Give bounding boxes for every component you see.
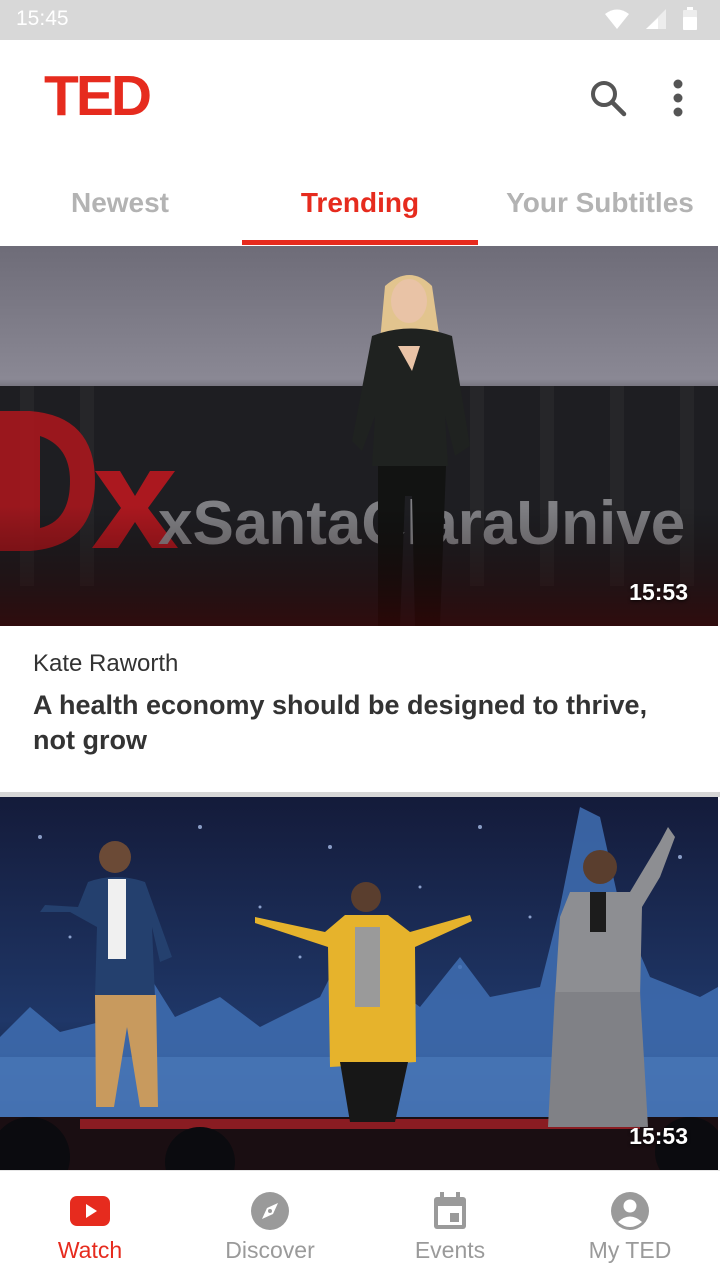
nav-events[interactable]: Events [360,1171,540,1281]
tab-newest[interactable]: Newest [0,160,240,246]
talk-title: A health economy should be designed to t… [33,690,648,755]
nav-discover[interactable]: Discover [180,1171,360,1281]
talk-thumbnail[interactable]: 15:53 [0,797,718,1170]
talk-duration: 15:53 [629,579,688,605]
bottom-navigation: Watch Discover Events My TED [0,1170,720,1281]
tab-trending[interactable]: Trending [240,160,480,246]
search-icon [591,81,627,117]
nav-label: Watch [57,1237,123,1263]
nav-watch[interactable]: Watch [0,1171,180,1281]
calendar-icon [434,1192,466,1229]
status-bar: 15:45 [0,0,720,40]
cellular-signal-icon [646,9,666,29]
more-vert-icon [673,79,683,117]
tab-label: Your Subtitles [506,187,694,218]
compass-icon [251,1192,289,1230]
app-header: TED [0,40,720,160]
talk-thumbnail-image: xSantaClaraUnive [0,246,718,626]
nav-label: Events [414,1237,486,1263]
search-button[interactable] [588,78,628,118]
talk-duration: 15:53 [629,1123,688,1149]
talk-thumbnail[interactable]: xSantaClaraUnive 15:53 [0,246,718,626]
nav-my-ted[interactable]: My TED [540,1171,720,1281]
talk-thumbnail-image [0,797,718,1170]
talk-card-info[interactable]: Kate Raworth A health economy should be … [0,626,720,792]
tab-label: Trending [300,187,420,218]
status-time: 15:45 [16,7,69,30]
nav-label: My TED [588,1237,672,1263]
tab-bar: Newest Trending Your Subtitles [0,160,720,246]
nav-label: Discover [225,1237,315,1263]
active-tab-indicator [242,240,478,245]
more-options-button[interactable] [664,78,692,118]
talk-speaker: Kate Raworth [33,650,179,677]
tab-your-subtitles[interactable]: Your Subtitles [480,160,720,246]
battery-icon [683,7,697,30]
youtube-play-icon [70,1196,110,1226]
status-icons [604,7,698,31]
wifi-icon [605,9,629,29]
tab-label: Newest [70,187,170,218]
account-icon [611,1192,649,1230]
ted-logo: TED [44,64,152,128]
